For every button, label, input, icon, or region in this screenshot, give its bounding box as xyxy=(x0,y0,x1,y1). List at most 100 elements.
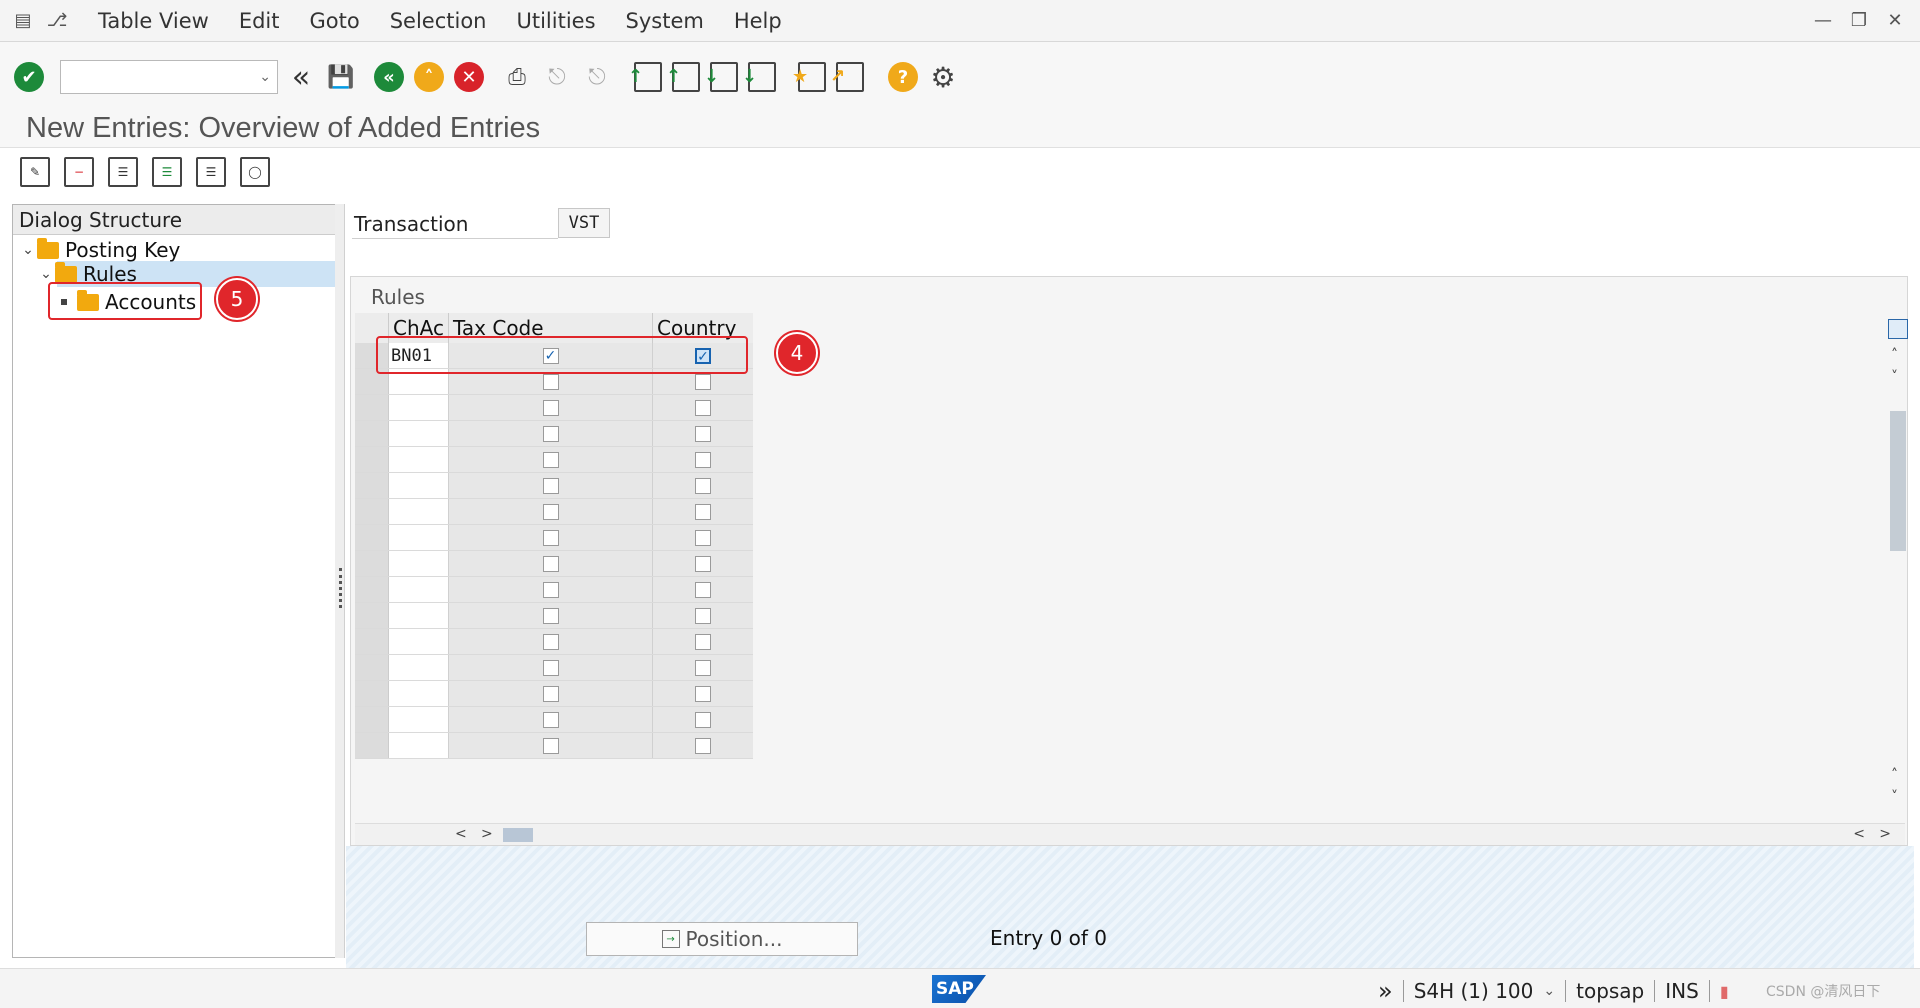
menu-help[interactable]: Help xyxy=(734,7,782,35)
tax-code-checkbox[interactable] xyxy=(542,607,559,624)
row-selector[interactable] xyxy=(355,499,389,524)
table-row[interactable] xyxy=(355,707,753,733)
close-icon[interactable]: ✕ xyxy=(1882,8,1908,32)
row-selector[interactable] xyxy=(355,447,389,472)
next-page-icon[interactable]: ↓ xyxy=(704,62,738,92)
row-selector[interactable] xyxy=(355,395,389,420)
table-row[interactable] xyxy=(355,525,753,551)
menu-system[interactable]: System xyxy=(626,7,704,35)
chac-cell[interactable] xyxy=(389,473,449,498)
row-selector[interactable] xyxy=(355,603,389,628)
menu-edit[interactable]: Edit xyxy=(239,7,280,35)
table-row[interactable] xyxy=(355,733,753,759)
row-selector[interactable] xyxy=(355,421,389,446)
help-icon[interactable]: ? xyxy=(886,60,920,94)
tax-code-checkbox[interactable] xyxy=(542,555,559,572)
scroll-left-icon[interactable]: < xyxy=(1853,826,1865,842)
exit-icon[interactable]: ˄ xyxy=(412,60,446,94)
minimize-icon[interactable]: — xyxy=(1810,8,1836,32)
menu-goto[interactable]: Goto xyxy=(310,7,360,35)
tax-code-checkbox[interactable] xyxy=(542,581,559,598)
tax-code-checkbox[interactable] xyxy=(542,373,559,390)
chac-cell[interactable] xyxy=(389,603,449,628)
table-row[interactable] xyxy=(355,681,753,707)
tax-code-checkbox[interactable] xyxy=(542,451,559,468)
menu-utilities[interactable]: Utilities xyxy=(516,7,595,35)
row-selector[interactable] xyxy=(355,577,389,602)
check-icon[interactable]: ✔ xyxy=(12,60,46,94)
delete-icon[interactable]: − xyxy=(64,157,94,187)
chac-cell[interactable] xyxy=(389,525,449,550)
back-icon[interactable]: « xyxy=(372,60,406,94)
table-row[interactable] xyxy=(355,551,753,577)
row-selector[interactable] xyxy=(355,733,389,758)
chac-cell[interactable] xyxy=(389,447,449,472)
table-row[interactable] xyxy=(355,395,753,421)
tree-node-posting-key[interactable]: ⌄ Posting Key xyxy=(19,237,180,263)
command-field[interactable]: ⌄ xyxy=(60,60,278,94)
chac-cell[interactable] xyxy=(389,577,449,602)
chac-cell[interactable] xyxy=(389,421,449,446)
row-selector[interactable] xyxy=(355,551,389,576)
country-checkbox[interactable] xyxy=(695,503,711,520)
chevron-down-icon[interactable]: ⌄ xyxy=(1543,983,1555,999)
tax-code-checkbox[interactable] xyxy=(542,477,559,494)
country-checkbox[interactable] xyxy=(695,607,711,624)
tax-code-checkbox[interactable] xyxy=(542,399,559,416)
chac-cell[interactable] xyxy=(389,551,449,576)
country-checkbox[interactable] xyxy=(695,659,711,676)
expand-status-icon[interactable]: » xyxy=(1378,977,1393,1005)
last-page-icon[interactable]: ↓ xyxy=(742,62,776,92)
new-session-icon[interactable]: ★ xyxy=(792,62,826,92)
page-up-icon[interactable]: ˄ xyxy=(1891,767,1898,783)
menu-table-view[interactable]: Table View xyxy=(98,7,209,35)
tax-code-checkbox[interactable] xyxy=(542,711,559,728)
row-selector[interactable] xyxy=(355,525,389,550)
table-settings-icon[interactable] xyxy=(1888,319,1908,339)
previous-page-icon[interactable]: ↑ xyxy=(666,62,700,92)
table-row[interactable] xyxy=(355,655,753,681)
select-block-icon[interactable]: ☰ xyxy=(152,157,182,187)
page-down-icon[interactable]: ˅ xyxy=(1891,789,1898,805)
horizontal-scrollbar[interactable]: < > < > xyxy=(355,823,1905,845)
table-row[interactable] xyxy=(355,447,753,473)
find-next-icon[interactable]: ⎋ xyxy=(580,60,614,94)
menu-selection[interactable]: Selection xyxy=(390,7,487,35)
deselect-all-icon[interactable]: ☰ xyxy=(196,157,226,187)
country-checkbox[interactable] xyxy=(695,555,711,572)
scroll-right-icon[interactable]: > xyxy=(481,826,493,842)
tax-code-checkbox[interactable] xyxy=(542,737,559,754)
customize-layout-icon[interactable]: ⎇ xyxy=(46,10,68,32)
tax-code-checkbox[interactable] xyxy=(542,529,559,546)
country-checkbox[interactable] xyxy=(695,529,711,546)
scroll-left-icon[interactable]: < xyxy=(455,826,467,842)
row-selector[interactable] xyxy=(355,473,389,498)
chevron-down-icon[interactable]: ⌄ xyxy=(37,266,55,282)
change-display-icon[interactable]: ✎ xyxy=(20,157,50,187)
scrollbar-thumb[interactable] xyxy=(1890,411,1906,551)
country-checkbox[interactable] xyxy=(695,711,711,728)
table-row[interactable] xyxy=(355,473,753,499)
chac-cell[interactable] xyxy=(389,681,449,706)
table-row[interactable] xyxy=(355,421,753,447)
table-row[interactable] xyxy=(355,499,753,525)
scrollbar-thumb[interactable] xyxy=(503,828,533,842)
tax-code-checkbox[interactable] xyxy=(542,633,559,650)
country-checkbox[interactable] xyxy=(695,425,711,442)
tax-code-checkbox[interactable] xyxy=(542,425,559,442)
chac-cell[interactable] xyxy=(389,707,449,732)
chac-cell[interactable] xyxy=(389,395,449,420)
chac-cell[interactable] xyxy=(389,499,449,524)
country-checkbox[interactable] xyxy=(695,685,711,702)
table-row[interactable] xyxy=(355,629,753,655)
tax-code-checkbox[interactable] xyxy=(542,659,559,676)
shortcut-icon[interactable]: ↗ xyxy=(830,62,864,92)
row-selector[interactable] xyxy=(355,629,389,654)
back-double-icon[interactable]: « xyxy=(284,60,318,95)
chac-cell[interactable] xyxy=(389,655,449,680)
table-row[interactable] xyxy=(355,577,753,603)
splitter-grip-icon[interactable] xyxy=(339,568,342,608)
country-checkbox[interactable] xyxy=(695,737,711,754)
tax-code-checkbox[interactable] xyxy=(542,685,559,702)
chac-cell[interactable] xyxy=(389,629,449,654)
